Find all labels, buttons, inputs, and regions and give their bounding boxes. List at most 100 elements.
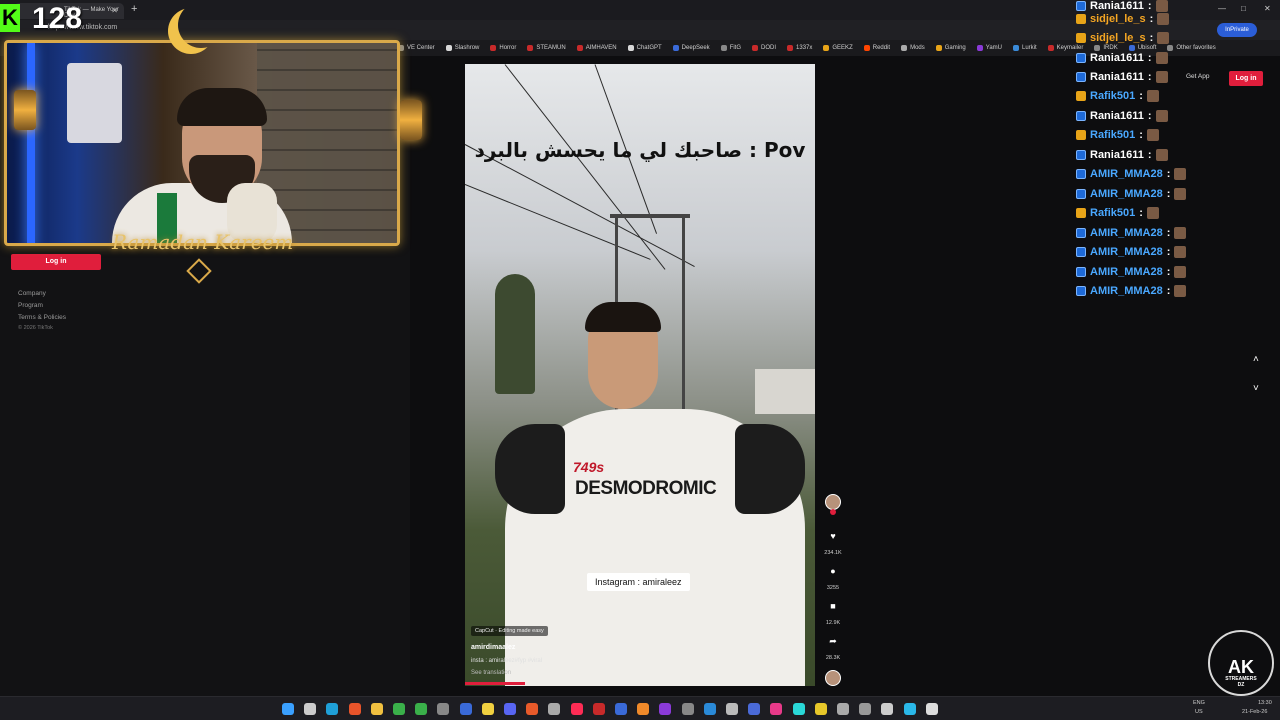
bookmark-item[interactable]: IRDK [1094, 45, 1118, 51]
close-tab-icon[interactable]: ✕ [111, 6, 118, 15]
app-icon-orange[interactable] [637, 703, 650, 715]
chat-username[interactable]: Rafik501 [1090, 90, 1135, 102]
chat-username[interactable]: Rania1611 [1090, 110, 1144, 122]
windows-start-icon[interactable] [282, 703, 294, 715]
new-tab-button[interactable]: + [131, 3, 137, 15]
sidebar-login-button[interactable]: Log in [11, 254, 101, 270]
chat-username[interactable]: sidjel_le_s [1090, 13, 1146, 25]
chat-message: AMIR_MMA28: [1076, 168, 1187, 180]
bookmark-item[interactable]: 1337x [787, 45, 812, 51]
music-disc-icon[interactable] [825, 670, 841, 686]
bookmark-icon[interactable]: ■ [826, 601, 840, 611]
app-icon-grey[interactable] [726, 703, 738, 715]
app-icon-grey[interactable] [837, 703, 849, 715]
clock-date[interactable]: 21-Feb-26 [1242, 709, 1267, 715]
bookmark-icon [1094, 45, 1101, 51]
app-icon-cyan[interactable] [792, 703, 805, 715]
clock-time[interactable]: 13:30 [1258, 700, 1272, 706]
bookmark-item[interactable]: DeepSeek [672, 45, 710, 51]
bookmark-item[interactable]: DODI [752, 45, 776, 51]
bookmark-item[interactable]: Mods [901, 45, 925, 51]
chat-username[interactable]: Rania1611 [1090, 149, 1144, 161]
video-player[interactable]: 749s DESMODROMIC صاحبك لي ما يحسش بالبرد… [465, 64, 815, 686]
chat-emote-icon [1146, 129, 1159, 141]
previous-video-arrow-icon[interactable]: ˄ [1253, 354, 1259, 365]
vscode-icon[interactable] [703, 703, 716, 715]
search-icon[interactable] [304, 703, 317, 715]
footer-link-company[interactable]: Company [18, 290, 46, 297]
bookmark-item[interactable]: Keymailer [1047, 45, 1083, 51]
bookmark-item[interactable]: Horror [490, 45, 516, 51]
creator-avatar[interactable] [825, 494, 841, 510]
folder-icon[interactable] [370, 703, 383, 715]
chat-separator: : [1166, 246, 1171, 258]
chat-username[interactable]: AMIR_MMA28 [1090, 188, 1163, 200]
language-indicator[interactable]: ENG [1193, 700, 1205, 706]
close-window-button[interactable]: ✕ [1264, 4, 1271, 13]
minimize-button[interactable]: — [1218, 4, 1226, 13]
share-arrow-icon[interactable]: ➦ [826, 636, 840, 647]
bookmark-item[interactable]: ChatGPT [627, 45, 662, 51]
bookmark-item[interactable]: STEAMUN [527, 45, 566, 51]
get-app-link[interactable]: Get App [1186, 73, 1210, 80]
chat-username[interactable]: Rafik501 [1090, 207, 1135, 219]
app-icon-grey[interactable] [881, 703, 894, 715]
chat-username[interactable]: AMIR_MMA28 [1090, 168, 1163, 180]
comment-icon[interactable]: ● [826, 566, 840, 576]
app-icon-yellow[interactable] [814, 703, 827, 715]
next-video-arrow-icon[interactable]: ˅ [1253, 383, 1259, 394]
app-icon-cyan[interactable] [903, 703, 916, 715]
bookmark-item[interactable]: YamU [976, 45, 1002, 51]
edge-icon[interactable] [326, 703, 339, 715]
bookmark-item[interactable]: Reddit [863, 45, 890, 51]
app-icon-grey[interactable] [437, 703, 450, 715]
inprivate-badge[interactable]: InPrivate [1217, 23, 1257, 37]
chat-username[interactable]: Rania1611 [1090, 71, 1144, 83]
app-icon-grey[interactable] [859, 703, 872, 715]
app-icon-grey[interactable] [548, 703, 561, 715]
chat-username[interactable]: AMIR_MMA28 [1090, 266, 1163, 278]
bookmark-item[interactable]: Ubisoft [1128, 45, 1156, 51]
bookmark-item[interactable]: FitG [720, 45, 741, 51]
bookmark-item[interactable]: Gaming [935, 45, 966, 51]
chat-username[interactable]: Rania1611 [1090, 52, 1144, 64]
app-icon-yellow[interactable] [481, 703, 494, 715]
footer-link-terms[interactable]: Terms & Policies [18, 314, 66, 321]
tiktok-icon[interactable] [570, 703, 583, 715]
bookmark-item[interactable]: GEEKZ [823, 45, 853, 51]
follow-plus-icon[interactable] [830, 509, 836, 515]
video-username[interactable]: amirdimaalez [471, 644, 515, 651]
steam-icon[interactable] [459, 703, 472, 715]
discord-icon[interactable] [504, 703, 516, 715]
chat-username[interactable]: sidjel_le_s [1090, 32, 1146, 44]
bookmark-item[interactable]: VE Center [398, 45, 435, 51]
chat-username[interactable]: Rania1611 [1090, 0, 1144, 12]
app-icon-purple[interactable] [659, 703, 672, 715]
bookmark-item[interactable]: Lurkit [1013, 45, 1037, 51]
bookmark-item[interactable]: AIMHAVEN [576, 45, 617, 51]
bookmark-item[interactable]: Other favorites [1167, 45, 1216, 51]
app-icon-blue[interactable] [615, 703, 627, 715]
like-heart-icon[interactable]: ♥ [826, 531, 840, 541]
brave-icon[interactable] [348, 703, 361, 715]
bookmark-item[interactable]: Slashrow [445, 45, 479, 51]
video-progress-bar[interactable] [465, 682, 525, 685]
maximize-button[interactable]: □ [1241, 4, 1246, 13]
chat-emote-icon [1155, 149, 1168, 161]
chat-username[interactable]: Rafik501 [1090, 129, 1135, 141]
chat-username[interactable]: AMIR_MMA28 [1090, 227, 1163, 239]
app-icon-grey[interactable] [681, 703, 694, 715]
app-icon-blue[interactable] [748, 703, 761, 715]
xbox-icon[interactable] [415, 703, 428, 715]
header-login-button[interactable]: Log in [1229, 71, 1263, 86]
see-translation-link[interactable]: See translation [471, 670, 511, 676]
capcut-label[interactable]: CapCut · Editing made easy [471, 626, 548, 636]
app-icon-green[interactable] [393, 703, 405, 715]
footer-link-program[interactable]: Program [18, 302, 43, 309]
app-icon-grey[interactable] [925, 703, 938, 715]
app-icon-orange[interactable] [526, 703, 539, 715]
chat-username[interactable]: AMIR_MMA28 [1090, 246, 1163, 258]
chat-username[interactable]: AMIR_MMA28 [1090, 285, 1163, 297]
app-icon-red[interactable] [592, 703, 605, 715]
app-icon-pink[interactable] [770, 703, 783, 715]
